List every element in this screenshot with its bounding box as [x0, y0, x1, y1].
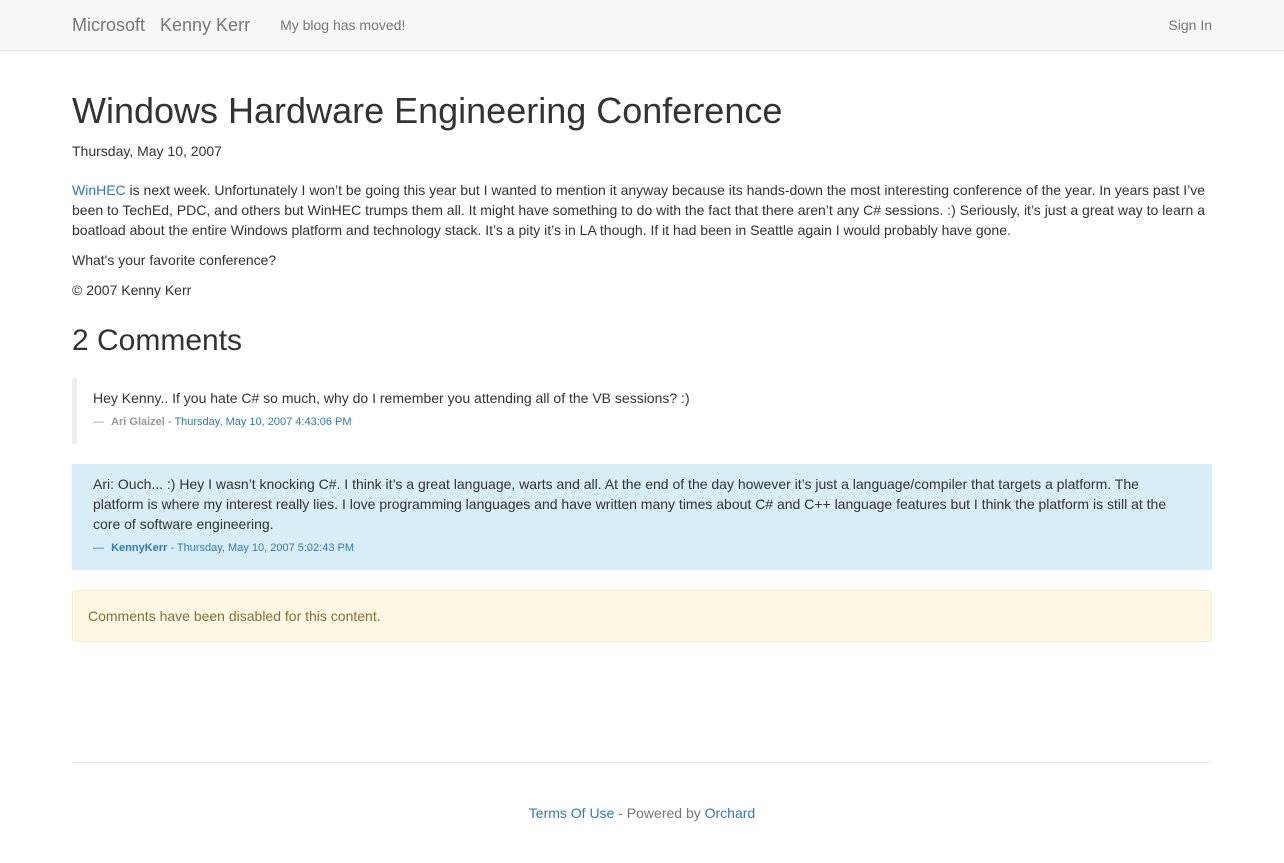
winhec-link[interactable]: WinHEC — [72, 182, 126, 198]
page-title: Windows Hardware Engineering Conference — [72, 90, 783, 131]
comment-separator: - — [167, 542, 177, 554]
comment-text: Hey Kenny.. If you hate C# so much, why … — [93, 390, 690, 406]
comment-separator: - — [164, 416, 175, 428]
post-date: Thursday, May 10, 2007 — [72, 143, 222, 159]
comment-permalink[interactable]: Thursday, May 10, 2007 4:43:06 PM — [174, 416, 351, 428]
comment-item: Hey Kenny.. If you hate C# so much, why … — [72, 378, 1212, 444]
comment-item-highlighted: Ari: Ouch... :) Hey I wasn’t knocking C#… — [72, 464, 1212, 570]
post-paragraph-2: What's your favorite conference? — [72, 252, 277, 268]
comment-text: Ari: Ouch... :) Hey I wasn’t knocking C#… — [93, 476, 1167, 532]
powered-by-text: - Powered by — [614, 805, 705, 821]
comment-permalink[interactable]: Thursday, May 10, 2007 5:02:43 PM — [177, 542, 354, 554]
comment-dash: — — [93, 542, 104, 554]
terms-of-use-link[interactable]: Terms Of Use — [529, 805, 615, 821]
post-copyright: © 2007 Kenny Kerr — [72, 282, 192, 298]
orchard-link[interactable]: Orchard — [705, 805, 756, 821]
footer-divider — [72, 762, 1212, 763]
footer: Terms Of Use - Powered by Orchard — [72, 803, 1212, 823]
comments-disabled-alert: Comments have been disabled for this con… — [72, 590, 1212, 642]
post-paragraph-1-text: is next week. Unfortunately I won’t be g… — [72, 182, 1206, 238]
comment-author: Ari Glaizel — [111, 416, 165, 428]
main-content: Windows Hardware Engineering Conference … — [72, 0, 1212, 863]
comment-dash: — — [93, 416, 104, 428]
post-body: WinHEC is next week. Unfortunately I won… — [72, 180, 1212, 310]
comments-heading: 2 Comments — [72, 324, 243, 357]
comment-meta: — Ari Glaizel - Thursday, May 10, 2007 4… — [93, 414, 1192, 430]
comment-author-link[interactable]: KennyKerr — [111, 542, 167, 554]
post-paragraph-1: WinHEC is next week. Unfortunately I won… — [72, 180, 1212, 240]
comment-meta: — KennyKerr - Thursday, May 10, 2007 5:0… — [93, 540, 1192, 556]
